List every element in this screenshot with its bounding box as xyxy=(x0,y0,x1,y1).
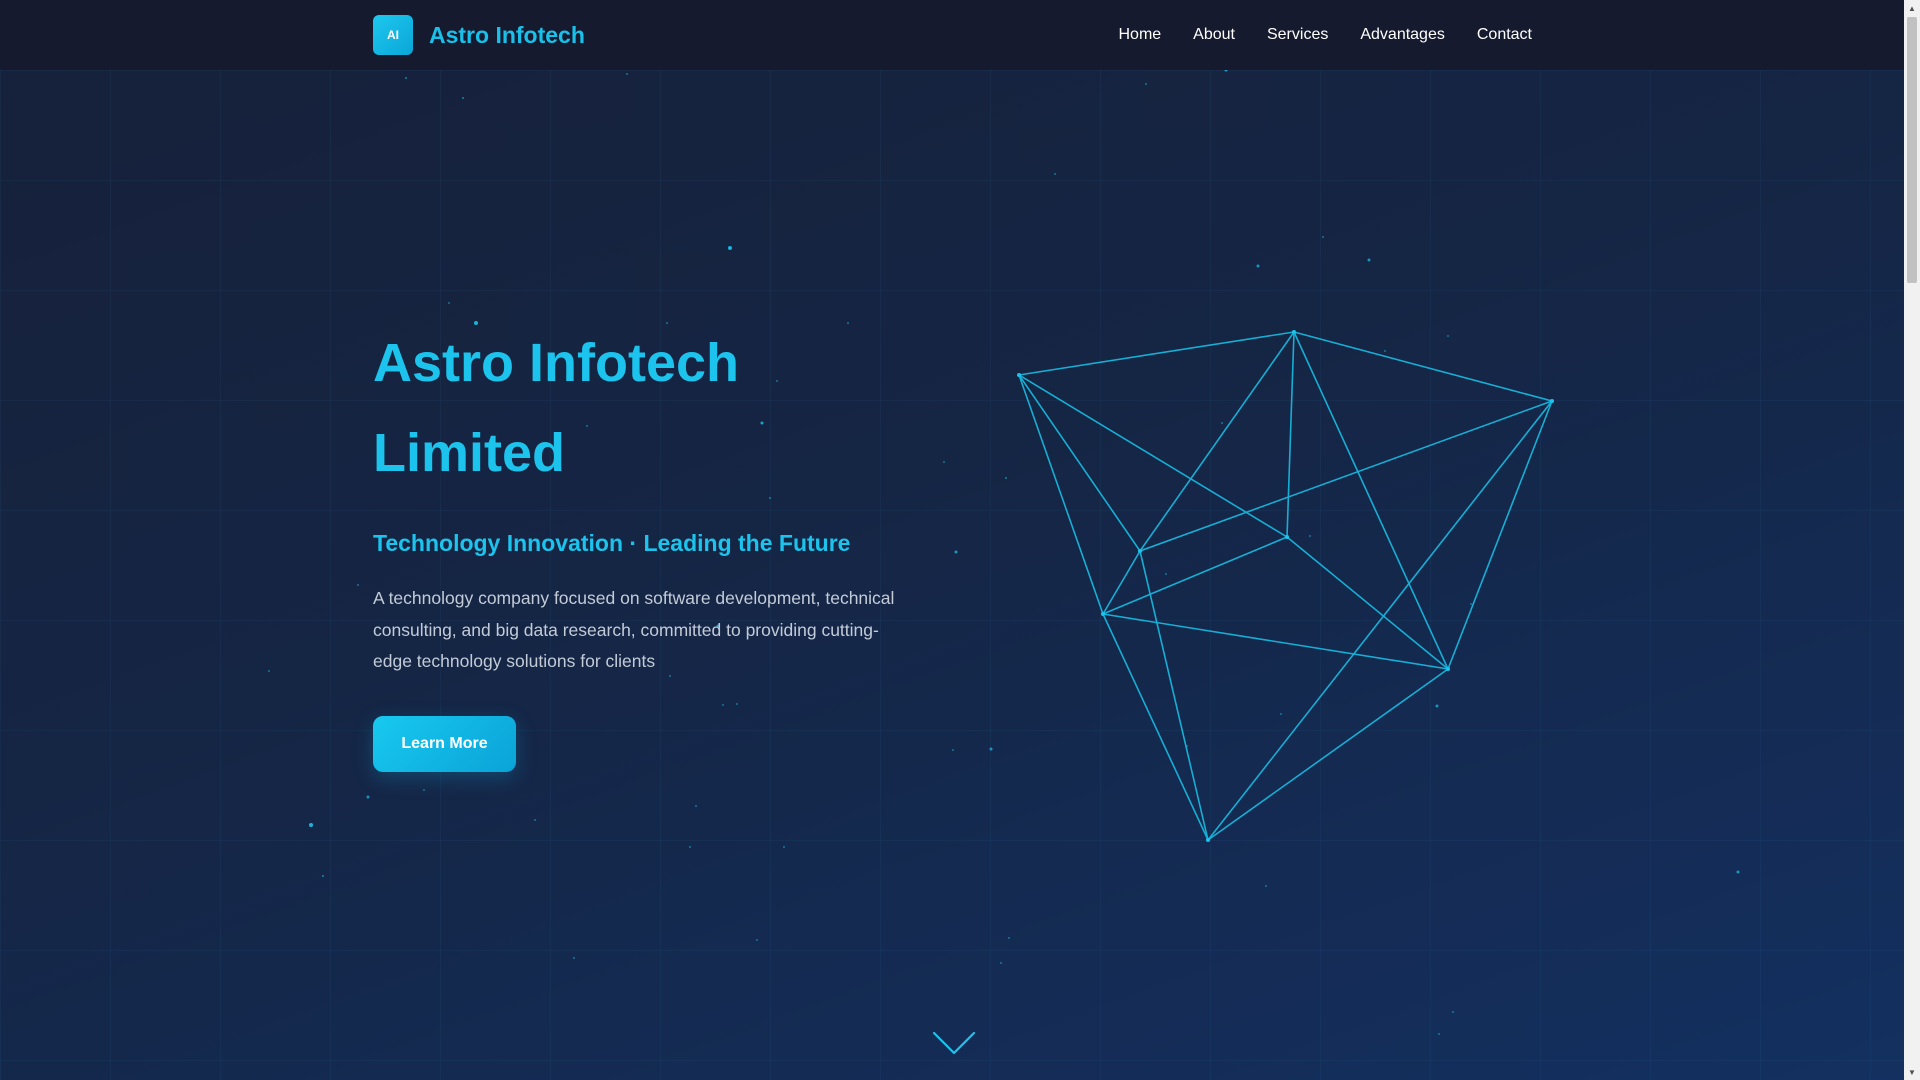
nav-link-about[interactable]: About xyxy=(1193,26,1235,44)
learn-more-button[interactable]: Learn More xyxy=(373,715,516,772)
hero-section: Astro Infotech Limited Technology Innova… xyxy=(373,318,933,772)
hero-tagline: Technology Innovation · Leading the Futu… xyxy=(373,530,851,556)
page-scrollbar[interactable]: ▲ ▼ xyxy=(1904,0,1920,1080)
brand[interactable]: AI Astro Infotech xyxy=(373,15,585,55)
scrollbar-thumb[interactable] xyxy=(1907,17,1917,283)
wireframe-polyhedron-graphic xyxy=(1017,330,1554,842)
nav-menu: Home About Services Advantages Contact xyxy=(1086,0,1532,70)
nav-link-contact[interactable]: Contact xyxy=(1477,26,1532,44)
nav-link-advantages[interactable]: Advantages xyxy=(1360,26,1445,44)
scroll-down-arrow-icon[interactable]: ▼ xyxy=(1904,1064,1920,1080)
scroll-up-arrow-icon[interactable]: ▲ xyxy=(1904,0,1920,16)
top-navbar: AI Astro Infotech Home About Services Ad… xyxy=(0,0,1904,70)
hero-title-line-2: Limited xyxy=(373,423,566,483)
starfield xyxy=(268,68,1740,1035)
landing-page: AI Astro Infotech Home About Services Ad… xyxy=(0,0,1920,1080)
brand-logo[interactable]: AI xyxy=(373,15,413,55)
nav-link-home[interactable]: Home xyxy=(1118,26,1161,44)
nav-link-services[interactable]: Services xyxy=(1267,26,1328,44)
hero-title: Astro Infotech Limited xyxy=(373,318,933,498)
hero-description: A technology company focused on software… xyxy=(373,588,895,671)
hero-title-line-1: Astro Infotech xyxy=(373,333,740,393)
brand-name[interactable]: Astro Infotech xyxy=(429,22,585,49)
chevron-down-icon[interactable] xyxy=(932,1030,976,1058)
